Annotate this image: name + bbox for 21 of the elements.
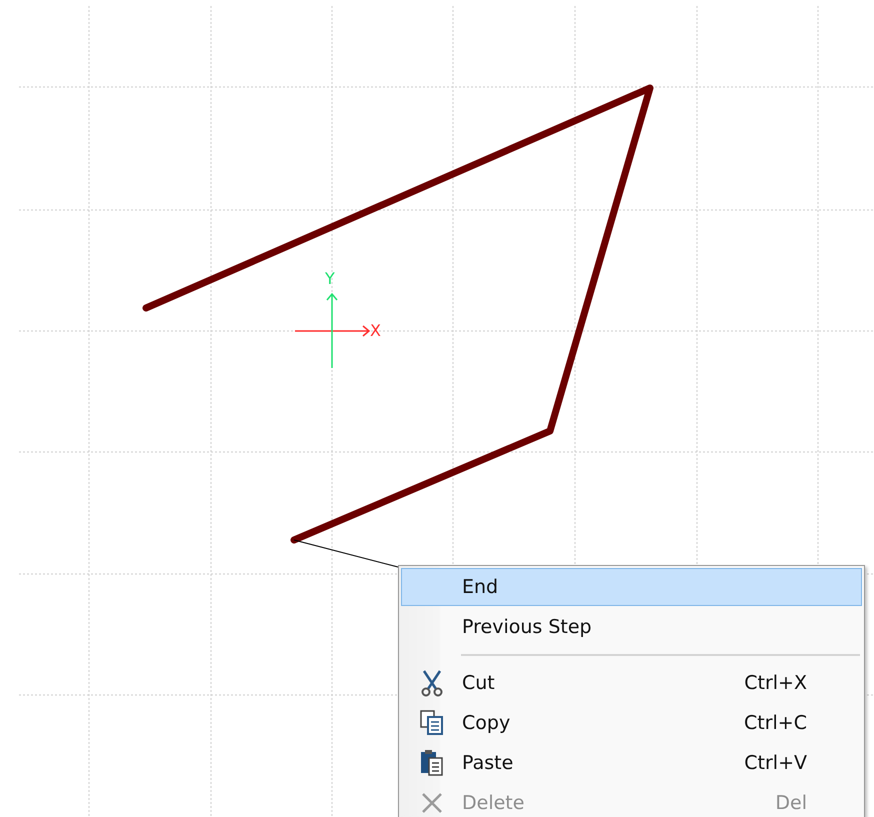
menu-item-label: Copy (462, 712, 512, 734)
menu-item[interactable]: Copy Ctrl+C (401, 704, 862, 742)
menu-item[interactable]: Previous Step (401, 608, 862, 646)
shortcut-label: Del (775, 792, 807, 814)
menu-item-label: Cut (462, 672, 496, 694)
x-axis-label: X (370, 323, 381, 339)
menu-item-label: Delete (462, 792, 526, 814)
copy-icon (420, 710, 444, 736)
close-icon (421, 792, 443, 814)
y-axis-label: Y (325, 271, 335, 287)
menu-item-label: End (462, 576, 500, 598)
paste-icon (420, 749, 444, 777)
menu-item[interactable]: Paste Ctrl+V (401, 744, 862, 782)
menu-item[interactable]: End (401, 568, 862, 606)
menu-item-label: Previous Step (462, 616, 593, 638)
shortcut-label: Ctrl+V (744, 752, 807, 774)
shortcut-label: Ctrl+C (744, 712, 807, 734)
menu-item[interactable]: Cut Ctrl+X (401, 664, 862, 702)
shortcut-label: Ctrl+X (744, 672, 807, 694)
menu-item-label: Paste (462, 752, 514, 774)
scissors-icon (421, 669, 443, 697)
